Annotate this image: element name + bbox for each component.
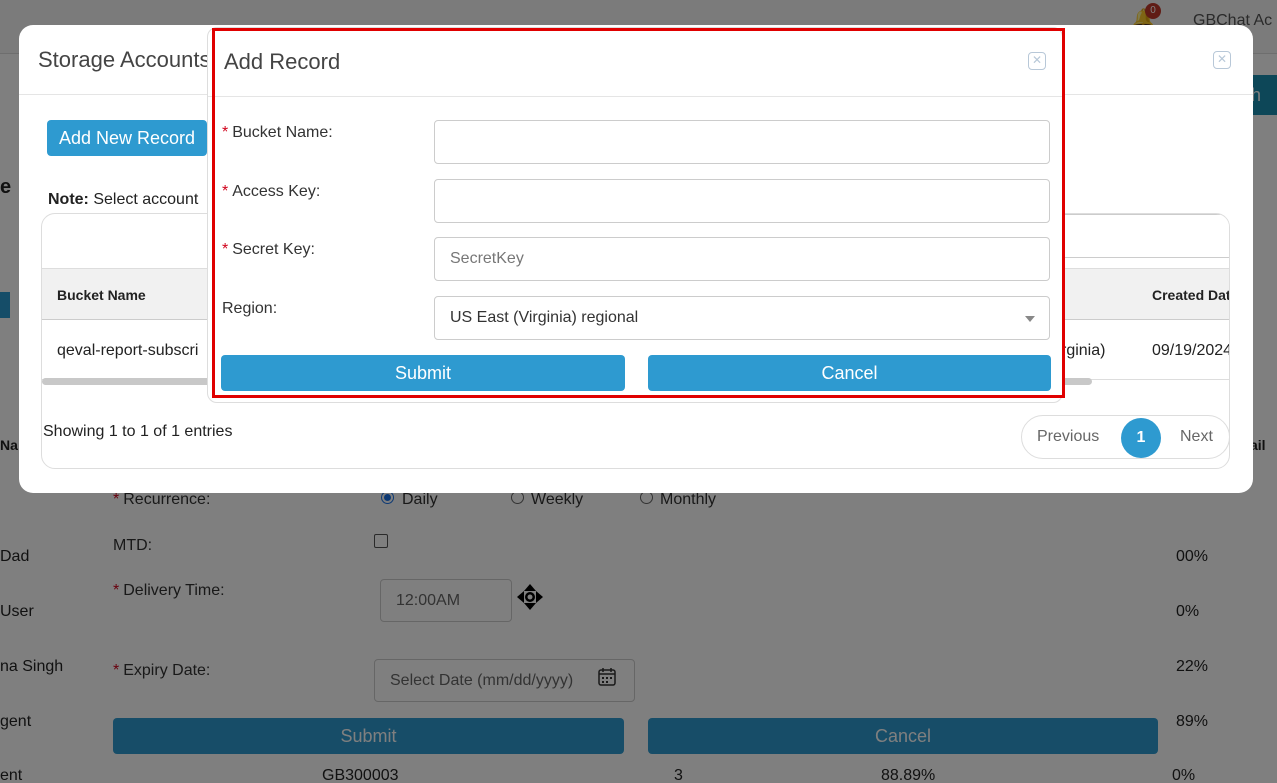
- secret-key-placeholder: SecretKey: [450, 250, 524, 267]
- region-selected-value: US East (Virginia) regional: [450, 309, 639, 326]
- add-record-modal: Add Record ✕ * Bucket Name: * Access Key: …: [207, 27, 1063, 403]
- add-record-title: Add Record: [224, 49, 341, 74]
- account-note: Note: Select account: [48, 191, 198, 209]
- cell-region: rginia): [1061, 342, 1106, 359]
- pagination-page-1[interactable]: 1: [1121, 418, 1161, 458]
- th-bucket-name[interactable]: Bucket Name: [57, 287, 146, 303]
- pagination-previous[interactable]: Previous: [1037, 428, 1099, 446]
- secret-key-label: * Secret Key:: [222, 241, 315, 258]
- add-record-close-icon[interactable]: ✕: [1028, 52, 1046, 70]
- pagination-next[interactable]: Next: [1180, 428, 1213, 446]
- storage-modal-title: Storage Accounts: [38, 47, 211, 72]
- add-record-cancel-button[interactable]: Cancel: [648, 355, 1051, 391]
- bucket-name-label: * Bucket Name:: [222, 124, 333, 141]
- note-text: Select account: [88, 191, 199, 208]
- secret-key-input[interactable]: SecretKey: [434, 237, 1050, 281]
- note-label: Note:: [48, 191, 89, 208]
- access-key-label: * Access Key:: [222, 183, 321, 200]
- region-label: Region:: [222, 300, 278, 317]
- access-key-input[interactable]: [434, 179, 1050, 223]
- add-record-submit-button[interactable]: Submit: [221, 355, 625, 391]
- table-search-input[interactable]: [1052, 214, 1229, 258]
- th-created-date[interactable]: Created Dat: [1152, 287, 1229, 303]
- table-info: Showing 1 to 1 of 1 entries: [43, 423, 233, 440]
- storage-modal-close-icon[interactable]: ✕: [1213, 51, 1231, 69]
- add-record-header: Add Record ✕: [208, 28, 1062, 97]
- chevron-down-icon: [1025, 316, 1035, 322]
- pagination: Previous 1 Next: [1021, 415, 1229, 459]
- cell-created-date: 09/19/2024: [1152, 342, 1230, 359]
- region-select[interactable]: US East (Virginia) regional: [434, 296, 1050, 340]
- cell-bucket-name: qeval-report-subscri: [57, 342, 199, 359]
- bucket-name-input[interactable]: [434, 120, 1050, 164]
- add-new-record-button[interactable]: Add New Record: [47, 120, 207, 156]
